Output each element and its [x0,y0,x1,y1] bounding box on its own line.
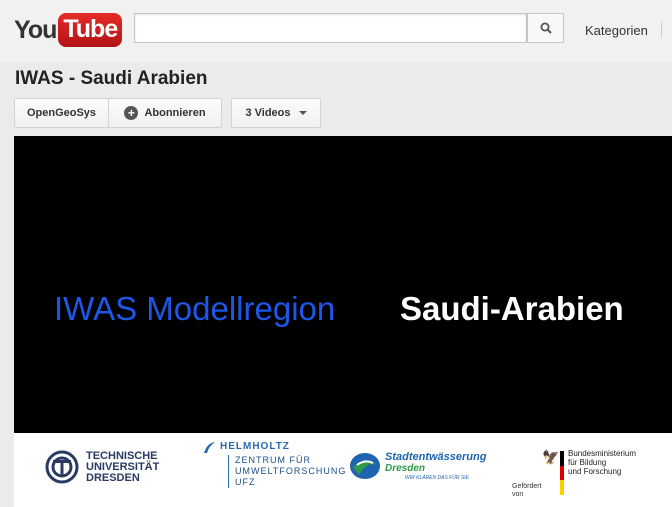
ufz-line-2: UMWELTFORSCHUNG [235,466,347,476]
se-city: Dresden [385,463,426,474]
video-player[interactable]: IWAS Modellregion Saudi-Arabien [14,136,672,433]
bmbf-funded: Gefördert [512,483,542,490]
channel-title[interactable]: IWAS - Saudi Arabien [15,68,208,90]
helmholtz-swoosh-icon [204,442,215,453]
channel-owner-button[interactable]: OpenGeoSys [14,98,109,128]
se-slogan: WIR KLÄREN DAS FÜR SIE [405,475,469,481]
bmbf-line-1: Bundesministerium [568,449,637,458]
water-drop-icon [350,453,380,479]
masthead: You Tube Kategorien [0,0,672,62]
federal-eagle-icon: 🦅 [542,449,560,465]
tud-line-1: TECHNISCHE [86,449,158,462]
bmbf-line-2: für Bildung [568,458,607,467]
se-name: Stadtentwässerung [385,451,487,463]
search-input[interactable] [134,13,527,43]
search-icon [540,22,552,34]
plus-circle-icon: + [124,106,139,120]
bmbf-line-3: und Forschung [568,467,622,476]
tu-dresden-emblem-icon [45,450,79,484]
german-flag-icon [560,451,564,496]
youtube-logo[interactable]: You Tube [14,10,123,50]
videos-label: 3 Videos [245,107,291,119]
categories-link[interactable]: Kategorien [585,23,648,38]
bmbf-by: von [512,491,524,498]
tud-line-2: UNIVERSITÄT [86,460,160,473]
ufz-line-3: UFZ [235,477,256,487]
header-divider [661,22,662,38]
videos-dropdown[interactable]: 3 Videos [231,98,321,128]
logo-tube: Tube [58,13,123,47]
subscribe-button[interactable]: + Abonnieren [108,98,222,128]
chevron-down-icon [298,111,307,115]
tud-line-3: DRESDEN [86,471,140,484]
subscribe-label: Abonnieren [144,107,206,119]
search-button[interactable] [527,13,564,43]
ufz-title: HELMHOLTZ [220,441,290,452]
ufz-logo: HELMHOLTZ ZENTRUM FÜR UMWELTFORSCHUNG UF… [202,441,346,488]
tu-dresden-logo: TECHNISCHE UNIVERSITÄT DRESDEN [44,449,159,485]
video-title-part2: Saudi-Arabien [400,290,624,327]
video-title-part1: IWAS Modellregion [54,290,336,327]
sponsor-logos: TECHNISCHE UNIVERSITÄT DRESDEN HELMHOLTZ… [14,433,672,507]
owner-label: OpenGeoSys [26,107,97,119]
ufz-line-1: ZENTRUM FÜR [235,455,311,465]
logo-you: You [14,15,57,44]
